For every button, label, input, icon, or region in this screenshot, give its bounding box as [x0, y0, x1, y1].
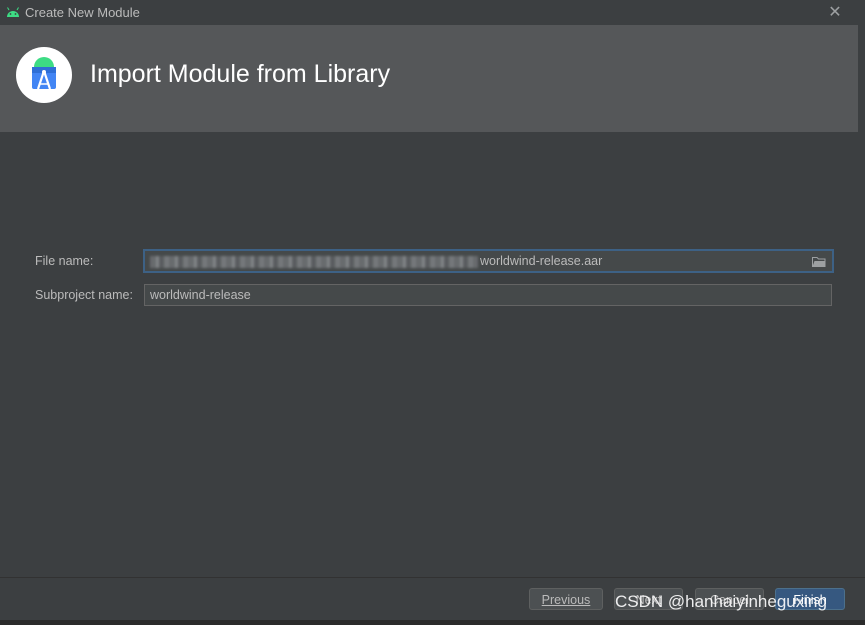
window-title: Create New Module	[25, 5, 140, 20]
redacted-path	[150, 255, 478, 268]
close-icon[interactable]: ✕	[826, 4, 844, 22]
previous-button[interactable]: Previous	[529, 588, 603, 610]
file-name-value: worldwind-release.aar	[480, 254, 603, 268]
watermark: CSDN @hanhaiyinheguxing	[615, 592, 827, 611]
wizard-header: Import Module from Library	[0, 25, 865, 132]
right-edge	[858, 25, 865, 577]
file-name-label: File name:	[35, 254, 94, 268]
subproject-label: Subproject name:	[35, 288, 133, 302]
title-bar: Create New Module ✕	[0, 0, 865, 25]
android-studio-logo	[16, 47, 72, 103]
folder-icon[interactable]	[812, 256, 826, 267]
bottom-strip	[0, 620, 865, 625]
page-title: Import Module from Library	[90, 60, 391, 88]
subproject-name-input[interactable]: worldwind-release	[144, 284, 832, 306]
footer-divider	[0, 577, 865, 578]
file-name-field[interactable]: worldwind-release.aar	[143, 249, 834, 273]
android-icon	[7, 7, 19, 17]
